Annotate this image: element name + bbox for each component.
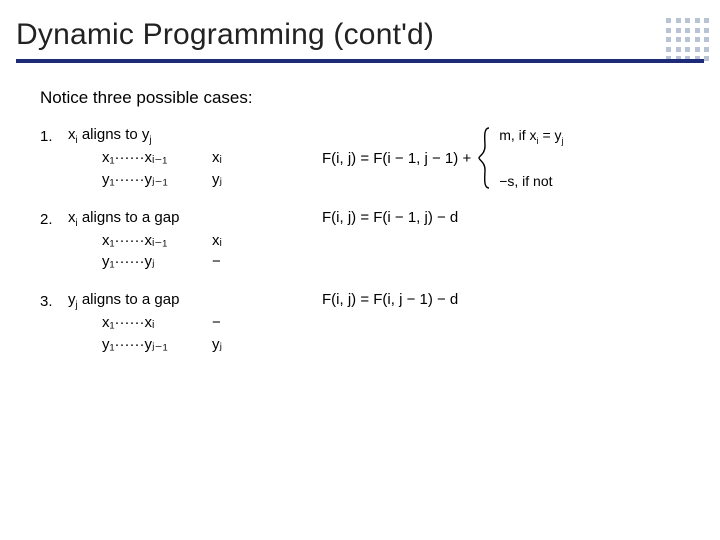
case-body: xi aligns to yj x₁······xᵢ₋₁ xᵢ y₁······…	[68, 126, 318, 191]
align-x-last: xᵢ	[202, 230, 242, 252]
txt: y	[68, 291, 76, 308]
cases-list: 1. xi aligns to yj x₁······xᵢ₋₁ xᵢ y₁···…	[40, 126, 680, 356]
txt: aligns to y	[78, 126, 150, 143]
case-number: 2.	[40, 209, 68, 228]
title-underline	[16, 56, 704, 66]
recurrence-formula: F(i, j) = F(i, j − 1) − d	[322, 291, 458, 308]
slide-title: Dynamic Programming (cont'd)	[16, 18, 704, 52]
left-brace-icon	[477, 126, 493, 190]
align-x-prefix: x₁······xᵢ₋₁	[102, 230, 202, 252]
case-heading: yj aligns to a gap	[68, 291, 318, 308]
txt: x	[68, 126, 76, 143]
case-body: xi aligns to a gap x₁······xᵢ₋₁ xᵢ y₁···…	[68, 209, 318, 274]
title-area: Dynamic Programming (cont'd)	[0, 0, 720, 72]
recurrence-formula: F(i, j) = F(i − 1, j) − d	[322, 209, 458, 226]
align-x-prefix: x₁······xᵢ	[102, 312, 202, 334]
alignment-block: x₁······xᵢ₋₁ xᵢ y₁······yⱼ₋₁ yⱼ	[68, 147, 318, 191]
align-y-prefix: y₁······yⱼ₋₁	[102, 334, 202, 356]
align-y-last: −	[202, 251, 242, 273]
txt: = y	[539, 127, 562, 143]
formula-column: F(i, j) = F(i, j − 1) − d	[318, 291, 680, 308]
align-x-last: xᵢ	[202, 147, 242, 169]
txt: aligns to a gap	[78, 291, 180, 308]
align-y-prefix: y₁······yⱼ	[102, 251, 202, 273]
alignment-block: x₁······xᵢ − y₁······yⱼ₋₁ yⱼ	[68, 312, 318, 356]
case-2: 2. xi aligns to a gap x₁······xᵢ₋₁ xᵢ y₁…	[40, 209, 680, 274]
branch-mismatch: −s, if not	[499, 173, 563, 189]
formula-column: F(i, j) = F(i − 1, j − 1) + m, if xi = y…	[318, 126, 680, 190]
alignment-block: x₁······xᵢ₋₁ xᵢ y₁······yⱼ −	[68, 230, 318, 274]
case-number: 1.	[40, 126, 68, 145]
slide: Dynamic Programming (cont'd) Notice thre…	[0, 0, 720, 540]
branch-match: m, if xi = yj	[499, 127, 563, 143]
align-y-prefix: y₁······yⱼ₋₁	[102, 169, 202, 191]
slide-body: Notice three possible cases: 1. xi align…	[0, 72, 720, 356]
txt: x	[68, 209, 76, 226]
formula-column: F(i, j) = F(i − 1, j) − d	[318, 209, 680, 226]
case-body: yj aligns to a gap x₁······xᵢ − y₁······…	[68, 291, 318, 356]
txt: m, if x	[499, 127, 536, 143]
recurrence-formula: F(i, j) = F(i − 1, j − 1) +	[322, 150, 471, 167]
case-number: 3.	[40, 291, 68, 310]
sub: j	[149, 135, 151, 146]
align-y-last: yⱼ	[202, 334, 242, 356]
intro-text: Notice three possible cases:	[40, 88, 680, 108]
align-x-last: −	[202, 312, 242, 334]
txt: aligns to a gap	[78, 209, 180, 226]
case-heading: xi aligns to yj	[68, 126, 318, 143]
brace-cases: m, if xi = yj −s, if not	[477, 126, 563, 190]
align-y-last: yⱼ	[202, 169, 242, 191]
case-3: 3. yj aligns to a gap x₁······xᵢ − y₁···…	[40, 291, 680, 356]
case-1: 1. xi aligns to yj x₁······xᵢ₋₁ xᵢ y₁···…	[40, 126, 680, 191]
align-x-prefix: x₁······xᵢ₋₁	[102, 147, 202, 169]
case-heading: xi aligns to a gap	[68, 209, 318, 226]
sub: j	[562, 136, 564, 146]
